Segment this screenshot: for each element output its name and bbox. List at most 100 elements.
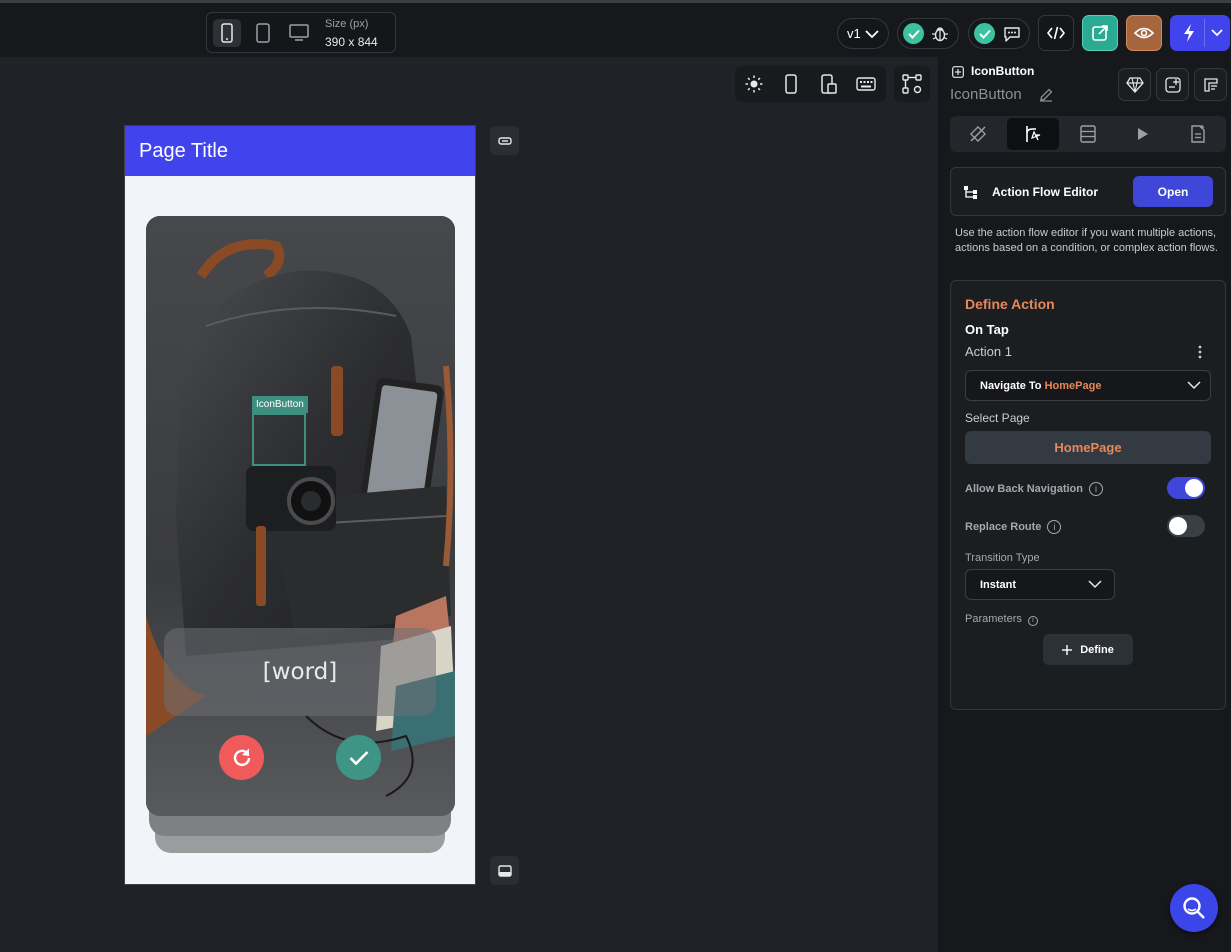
size-label: Size (px) bbox=[325, 18, 369, 30]
selected-icon-button[interactable] bbox=[252, 413, 306, 466]
add-widget-icon bbox=[1164, 76, 1181, 93]
confirm-icon-button[interactable] bbox=[336, 735, 381, 780]
app-bar[interactable]: Page Title bbox=[125, 126, 475, 176]
device-frame-button[interactable] bbox=[777, 70, 805, 98]
device-selector: Size (px) 390 x 844 bbox=[206, 12, 396, 53]
define-action-section: Define Action On Tap Action 1 Navigate T… bbox=[950, 280, 1226, 710]
action-type-text: Navigate To HomePage bbox=[980, 380, 1101, 392]
backpack-image bbox=[146, 216, 455, 816]
action-flow-description: Use the action flow editor if you want m… bbox=[955, 227, 1218, 254]
tablet-device-button[interactable] bbox=[249, 19, 277, 47]
debug-status[interactable] bbox=[897, 18, 959, 49]
chevron-down-icon bbox=[1211, 29, 1223, 37]
desktop-device-button[interactable] bbox=[285, 19, 313, 47]
toggle-knob bbox=[1185, 479, 1203, 497]
allow-back-navigation-toggle[interactable] bbox=[1167, 477, 1205, 499]
open-action-flow-button[interactable]: Open bbox=[1133, 176, 1213, 207]
refresh-icon bbox=[233, 748, 250, 766]
info-icon[interactable]: i bbox=[1088, 482, 1103, 496]
lightning-icon bbox=[1184, 24, 1194, 42]
keyboard-button[interactable] bbox=[852, 70, 880, 98]
action-flow-icon bbox=[1026, 126, 1041, 142]
define-parameters-button[interactable]: Define bbox=[1043, 634, 1133, 665]
tab-animations[interactable] bbox=[1117, 118, 1169, 150]
tab-documentation[interactable] bbox=[1172, 118, 1224, 150]
top-handle-button[interactable] bbox=[490, 126, 519, 155]
external-link-icon bbox=[1092, 25, 1108, 41]
replace-route-row: Replace Route i bbox=[965, 520, 1062, 534]
action-name: Action 1 bbox=[965, 344, 1012, 359]
rotate-device-button[interactable] bbox=[815, 70, 843, 98]
minimize-icon bbox=[497, 136, 512, 145]
premium-button[interactable] bbox=[1118, 68, 1151, 101]
divider bbox=[1204, 19, 1205, 47]
info-icon[interactable]: i bbox=[1047, 520, 1062, 534]
panel-tabs bbox=[950, 116, 1226, 152]
page-title: Page Title bbox=[139, 140, 228, 162]
toggle-knob bbox=[1169, 517, 1187, 535]
edit-icon[interactable] bbox=[1039, 88, 1053, 102]
diamond-icon bbox=[1125, 76, 1144, 93]
eye-icon bbox=[1134, 27, 1154, 39]
component-type: IconButton bbox=[971, 64, 1035, 78]
add-state-button[interactable] bbox=[1156, 68, 1189, 101]
canvas-toolbar bbox=[735, 66, 886, 102]
database-icon bbox=[1080, 125, 1096, 143]
tab-properties[interactable] bbox=[952, 118, 1004, 150]
info-icon[interactable]: i bbox=[1027, 616, 1038, 626]
tab-backend-query[interactable] bbox=[1062, 118, 1114, 150]
search-fab[interactable] bbox=[1170, 884, 1218, 932]
replace-route-label: Replace Route bbox=[965, 521, 1042, 533]
define-action-title: Define Action bbox=[965, 296, 1055, 312]
action-type-label: Navigate To bbox=[980, 380, 1042, 392]
document-icon bbox=[1191, 125, 1205, 143]
preview-button[interactable] bbox=[1126, 15, 1162, 51]
selection-label: IconButton bbox=[252, 396, 308, 413]
run-menu-button[interactable] bbox=[1170, 15, 1230, 51]
version-label: v1 bbox=[847, 26, 861, 41]
code-view-button[interactable] bbox=[1038, 15, 1074, 51]
define-button-label: Define bbox=[1080, 643, 1114, 656]
size-value[interactable]: 390 x 844 bbox=[325, 35, 378, 49]
sun-icon bbox=[745, 75, 763, 93]
trigger-label: On Tap bbox=[965, 322, 1009, 337]
word-card: [word] bbox=[164, 628, 436, 716]
more-vertical-icon[interactable] bbox=[1195, 344, 1205, 360]
tab-actions[interactable] bbox=[1007, 118, 1059, 150]
chevron-down-icon bbox=[1088, 580, 1102, 589]
bug-icon bbox=[932, 26, 948, 41]
play-icon bbox=[1138, 128, 1148, 140]
flashcard[interactable]: [word] bbox=[146, 216, 455, 816]
parameters-label: Parameters bbox=[965, 613, 1022, 625]
component-name[interactable]: IconButton bbox=[950, 86, 1022, 103]
phone-device-button[interactable] bbox=[213, 19, 241, 47]
tablet-icon bbox=[256, 23, 270, 43]
allow-back-navigation-label: Allow Back Navigation bbox=[965, 483, 1083, 495]
phone-icon bbox=[785, 74, 797, 94]
parameters-row: Parameters i bbox=[965, 613, 1038, 626]
share-button[interactable] bbox=[1082, 15, 1118, 51]
check-icon bbox=[349, 750, 368, 765]
check-icon bbox=[903, 23, 924, 44]
chevron-down-icon bbox=[865, 29, 879, 38]
component-icon bbox=[1203, 77, 1218, 92]
widget-tree-button[interactable] bbox=[894, 66, 930, 102]
check-icon bbox=[974, 23, 995, 44]
top-toolbar: Size (px) 390 x 844 v1 bbox=[0, 0, 1231, 57]
transition-type-dropdown[interactable]: Instant bbox=[965, 569, 1115, 600]
code-icon bbox=[1047, 26, 1065, 40]
version-selector[interactable]: v1 bbox=[837, 18, 889, 49]
reset-icon-button[interactable] bbox=[219, 735, 264, 780]
select-page-button[interactable]: HomePage bbox=[965, 431, 1211, 464]
action-flow-editor-box: Action Flow Editor Open bbox=[950, 167, 1226, 216]
ruler-pencil-icon bbox=[970, 126, 986, 142]
replace-route-toggle[interactable] bbox=[1167, 515, 1205, 537]
transition-type-value: Instant bbox=[980, 579, 1017, 591]
comments-status[interactable] bbox=[968, 18, 1030, 49]
search-icon bbox=[1183, 897, 1205, 919]
phone-preview: Page Title [word] IconButton bbox=[124, 125, 476, 885]
theme-toggle-button[interactable] bbox=[740, 70, 768, 98]
action-type-dropdown[interactable]: Navigate To HomePage bbox=[965, 370, 1211, 401]
component-convert-button[interactable] bbox=[1194, 68, 1227, 101]
bottom-handle-button[interactable] bbox=[490, 856, 519, 885]
